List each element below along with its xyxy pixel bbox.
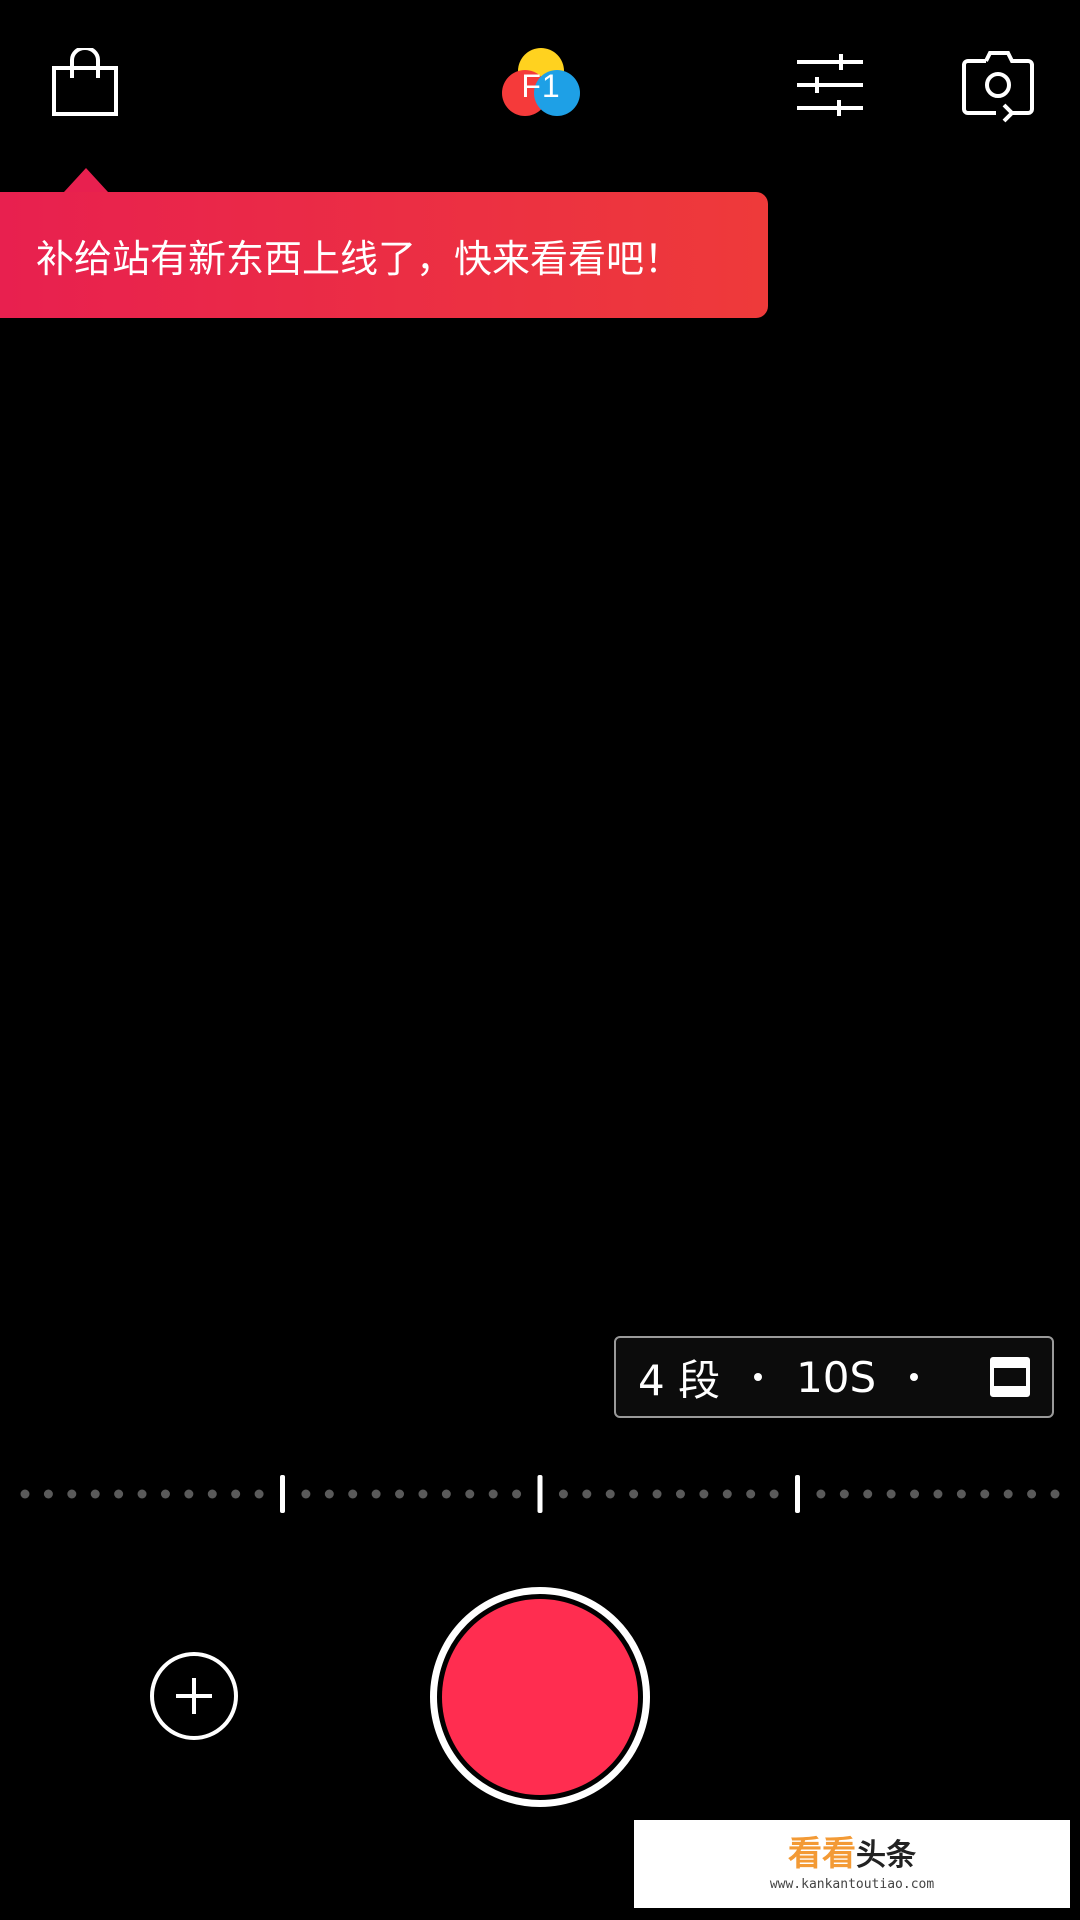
- timeline-dot: [43, 1489, 53, 1499]
- timeline-dot: [395, 1489, 405, 1499]
- watermark-part2: 头条: [856, 1838, 916, 1873]
- timeline-dot: [231, 1489, 241, 1499]
- timeline-dot: [1027, 1489, 1037, 1499]
- camera-flip-button[interactable]: [958, 45, 1038, 125]
- timeline-dot: [1050, 1489, 1060, 1499]
- timeline-dot: [605, 1489, 615, 1499]
- timeline-dot: [324, 1489, 334, 1499]
- aspect-ratio-icon[interactable]: [990, 1357, 1030, 1397]
- timeline-dot: [816, 1489, 826, 1499]
- timeline-dot: [980, 1489, 990, 1499]
- timeline-dot: [371, 1489, 381, 1499]
- duration-value: 10S: [796, 1352, 877, 1402]
- timeline-dot: [67, 1489, 77, 1499]
- timeline-dot: [20, 1489, 30, 1499]
- add-media-button[interactable]: [150, 1652, 238, 1740]
- tooltip-arrow: [64, 168, 108, 192]
- timeline-dot: [1003, 1489, 1013, 1499]
- timeline-dot: [465, 1489, 475, 1499]
- shop-button[interactable]: [40, 40, 130, 130]
- separator-dot: [754, 1373, 763, 1381]
- filter-label: F1: [521, 68, 561, 104]
- timeline-dot: [722, 1489, 732, 1499]
- timeline-segment-marker: [795, 1475, 800, 1513]
- timeline-dot: [184, 1489, 194, 1499]
- timeline-dot: [652, 1489, 662, 1499]
- record-button[interactable]: [430, 1587, 650, 1807]
- record-settings-pill[interactable]: 4 段 10S: [614, 1336, 1054, 1418]
- watermark: 看看头条 www.kankantoutiao.com: [634, 1820, 1070, 1908]
- timeline-dot: [582, 1489, 592, 1499]
- timeline-dot: [441, 1489, 451, 1499]
- timeline-dot: [769, 1489, 779, 1499]
- timeline-dot: [699, 1489, 709, 1499]
- timeline-dot: [629, 1489, 639, 1499]
- timeline-dot: [114, 1489, 124, 1499]
- adjust-button[interactable]: [790, 45, 870, 125]
- timeline-segment-marker: [280, 1475, 285, 1513]
- timeline-dot: [207, 1489, 217, 1499]
- timeline-dot: [675, 1489, 685, 1499]
- timeline-segment-marker: [537, 1475, 543, 1513]
- sliders-icon: [797, 54, 863, 116]
- filter-badge: F1: [496, 40, 586, 130]
- filter-button[interactable]: F1: [496, 40, 586, 130]
- timeline-dot: [348, 1489, 358, 1499]
- timeline-dot: [746, 1489, 756, 1499]
- segment-count: 4 段: [638, 1355, 721, 1405]
- camera-flip-icon: [962, 51, 1034, 123]
- timeline-dot: [839, 1489, 849, 1499]
- timeline-dot: [886, 1489, 896, 1499]
- timeline-dot: [301, 1489, 311, 1499]
- separator-dot: [910, 1373, 919, 1381]
- timeline-dot: [558, 1489, 568, 1499]
- timeline-dot: [488, 1489, 498, 1499]
- watermark-part1: 看看: [788, 1834, 856, 1874]
- watermark-url: www.kankantoutiao.com: [769, 1877, 935, 1892]
- record-button-inner: [442, 1599, 638, 1795]
- supply-station-tooltip[interactable]: 补给站有新东西上线了，快来看看吧！: [0, 192, 768, 318]
- segment-timeline: [20, 1475, 1060, 1513]
- timeline-dot: [254, 1489, 264, 1499]
- timeline-dot: [956, 1489, 966, 1499]
- tooltip-text: 补给站有新东西上线了，快来看看吧！: [36, 236, 683, 281]
- timeline-dot: [933, 1489, 943, 1499]
- timeline-dot: [418, 1489, 428, 1499]
- timeline-dot: [863, 1489, 873, 1499]
- shopping-bag-icon: [52, 48, 118, 116]
- timeline-dot: [512, 1489, 522, 1499]
- timeline-dot: [160, 1489, 170, 1499]
- watermark-title: 看看头条: [788, 1835, 916, 1875]
- timeline-dot: [137, 1489, 147, 1499]
- timeline-dot: [90, 1489, 100, 1499]
- timeline-dot: [910, 1489, 920, 1499]
